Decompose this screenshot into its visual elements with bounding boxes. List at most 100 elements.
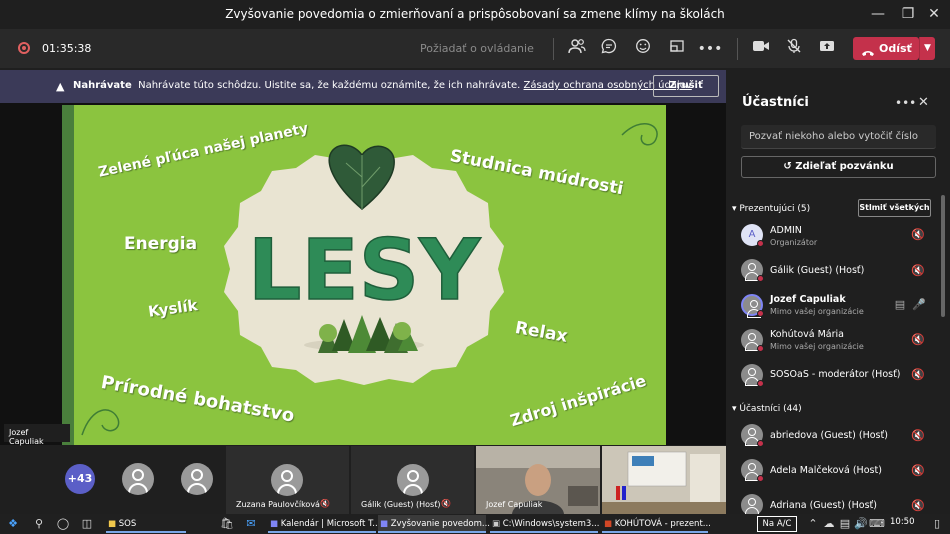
- avatar[interactable]: [181, 463, 213, 495]
- status-badge: [757, 440, 764, 447]
- meeting-timer: 01:35:38: [42, 42, 92, 55]
- store-icon[interactable]: 🛍: [218, 515, 236, 533]
- mute-all-button[interactable]: Stlmiť všetkých: [858, 199, 931, 217]
- avatar: [741, 494, 763, 516]
- participant-tile-name: Gálik (Guest) (Hosť): [361, 500, 441, 509]
- notifications-icon[interactable]: ▯: [928, 515, 946, 533]
- presenter-org: Mimo vašej organizácie: [770, 342, 864, 351]
- panel-close-icon[interactable]: ✕: [918, 95, 929, 110]
- reactions-icon[interactable]: [630, 38, 656, 60]
- rooms-icon[interactable]: [664, 38, 690, 60]
- windows-start-icon[interactable]: ❖: [4, 515, 22, 533]
- presenter-name[interactable]: Gálik (Guest) (Hosť): [770, 265, 864, 276]
- leave-options-chevron-icon[interactable]: ▼: [919, 37, 935, 60]
- presenters-section-label: Prezentujúci (5): [739, 204, 811, 214]
- invite-search-input[interactable]: Pozvať niekoho alebo vytočiť číslo: [741, 125, 936, 149]
- microphone-icon: 🎤: [912, 298, 926, 311]
- taskbar-app-label: Kalendár | Microsoft T...: [280, 519, 381, 529]
- keyboard-icon[interactable]: ⌨: [868, 515, 886, 533]
- close-icon[interactable]: ✕: [924, 5, 944, 23]
- more-participants-badge[interactable]: +43: [65, 464, 95, 494]
- teams-icon: ■: [270, 519, 279, 529]
- avatar[interactable]: [122, 463, 154, 495]
- language-indicator[interactable]: Na A/C: [757, 516, 797, 532]
- presenter-name-label: Jozef Capuliak: [4, 424, 70, 446]
- share-invite-label: Zdieľať pozvánku: [795, 161, 894, 172]
- terminal-icon: ▣: [492, 519, 501, 529]
- taskbar-app-powerpoint[interactable]: ■ KOHÚTOVÁ - prezent...: [602, 515, 711, 533]
- camera-icon[interactable]: [748, 38, 774, 60]
- taskbar-app-calendar[interactable]: ■ Kalendár | Microsoft T...: [268, 515, 380, 533]
- status-badge: [757, 475, 764, 482]
- panel-more-icon[interactable]: •••: [895, 96, 916, 110]
- share-invite-button[interactable]: ↺ Zdieľať pozvánku: [741, 156, 936, 178]
- window-title: Zvyšovanie povedomia o zmierňovaní a pri…: [225, 7, 725, 21]
- share-screen-icon[interactable]: [814, 38, 840, 60]
- mic-muted-icon: 🔇: [911, 228, 925, 241]
- corner-swirl-bottom-left: [81, 409, 120, 436]
- task-view-icon[interactable]: ◫: [78, 515, 96, 533]
- avatar: [397, 464, 429, 496]
- cortana-icon[interactable]: ◯: [54, 515, 72, 533]
- participants-icon[interactable]: [564, 38, 590, 60]
- panel-scrollbar[interactable]: [941, 195, 945, 317]
- presenter-name[interactable]: ADMIN: [770, 225, 802, 236]
- recording-notice: Nahrávate Nahrávate túto schôdzu. Uistit…: [73, 80, 692, 91]
- presenter-name[interactable]: Kohútová Mária: [770, 329, 844, 340]
- participant-tile-name: Jozef Capuliak: [486, 500, 543, 509]
- mic-muted-icon: 🔇: [911, 333, 925, 346]
- presenter-org: Mimo vašej organizácie: [770, 307, 864, 316]
- panel-title: Účastníci: [742, 95, 809, 110]
- status-badge: [757, 275, 764, 282]
- presenter-role: Organizátor: [770, 238, 818, 247]
- status-badge: [757, 345, 764, 352]
- taskbar-app-cmd[interactable]: ▣ C:\Windows\system3...: [490, 515, 599, 533]
- hang-up-icon: [861, 43, 875, 56]
- mic-muted-icon: 🔇: [911, 264, 925, 277]
- attendee-name[interactable]: Adela Malčeková (Host): [770, 465, 882, 476]
- room-camera-thumbnail: [602, 446, 726, 514]
- recording-notice-text: Nahrávate túto schôdzu. Uistite sa, že k…: [138, 80, 521, 91]
- mic-muted-icon: 🔇: [911, 429, 925, 442]
- slide-title: LESY: [248, 221, 481, 319]
- stop-recording-button[interactable]: Zrušiť: [653, 75, 719, 97]
- microphone-muted-icon[interactable]: [781, 38, 807, 60]
- taskbar-clock[interactable]: 10:50: [890, 517, 915, 527]
- powerpoint-icon: ■: [604, 519, 613, 529]
- mail-icon[interactable]: ✉: [242, 515, 260, 533]
- taskbar-app-label: SOS: [118, 519, 137, 529]
- mic-muted-icon: 🔇: [911, 368, 925, 381]
- recording-notice-prefix: Nahrávate: [73, 80, 132, 91]
- corner-swirl-top-right: [621, 123, 658, 146]
- attendees-section-toggle[interactable]: ▾ Účastníci (44): [732, 404, 802, 414]
- taskbar-app-meeting[interactable]: ■ Zvyšovanie povedom...: [378, 515, 490, 533]
- screen-share-icon: ▤: [894, 298, 906, 311]
- warning-icon: ▲: [56, 80, 65, 93]
- minimize-icon[interactable]: —: [868, 5, 888, 23]
- mic-muted-icon: 🔇: [320, 499, 330, 508]
- attendees-section-label: Účastníci (44): [739, 404, 802, 414]
- toolbar-divider: [553, 38, 554, 60]
- avatar: [271, 464, 303, 496]
- attendee-name[interactable]: abriedova (Guest) (Hosť): [770, 430, 888, 441]
- teams-icon: ■: [380, 519, 389, 529]
- search-icon[interactable]: ⚲: [30, 515, 48, 533]
- request-control-button[interactable]: Požiadať o ovládanie: [420, 42, 534, 55]
- mic-muted-icon: 🔇: [911, 464, 925, 477]
- status-badge: [757, 240, 764, 247]
- share-icon: ↺: [783, 161, 792, 172]
- presenters-section-toggle[interactable]: ▾ Prezentujúci (5): [732, 204, 810, 214]
- presenter-name[interactable]: Jozef Capuliak: [770, 294, 846, 305]
- participant-tile-name: Zuzana Paulovčíková: [236, 500, 320, 509]
- mic-muted-icon: 🔇: [911, 499, 925, 512]
- status-badge: [757, 380, 764, 387]
- maximize-icon[interactable]: ❐: [898, 5, 918, 23]
- slide-phrase-energy: Energia: [124, 234, 198, 254]
- recording-icon: [18, 42, 30, 54]
- presenter-name[interactable]: SOSOaS - moderátor (Hosť): [770, 369, 901, 380]
- toolbar-divider: [737, 38, 738, 60]
- more-options-icon[interactable]: •••: [697, 38, 723, 60]
- attendee-name[interactable]: Adriana (Guest) (Hosť): [770, 500, 877, 511]
- taskbar-app-sos[interactable]: ■ SOS: [106, 515, 186, 533]
- chat-icon[interactable]: [596, 38, 622, 60]
